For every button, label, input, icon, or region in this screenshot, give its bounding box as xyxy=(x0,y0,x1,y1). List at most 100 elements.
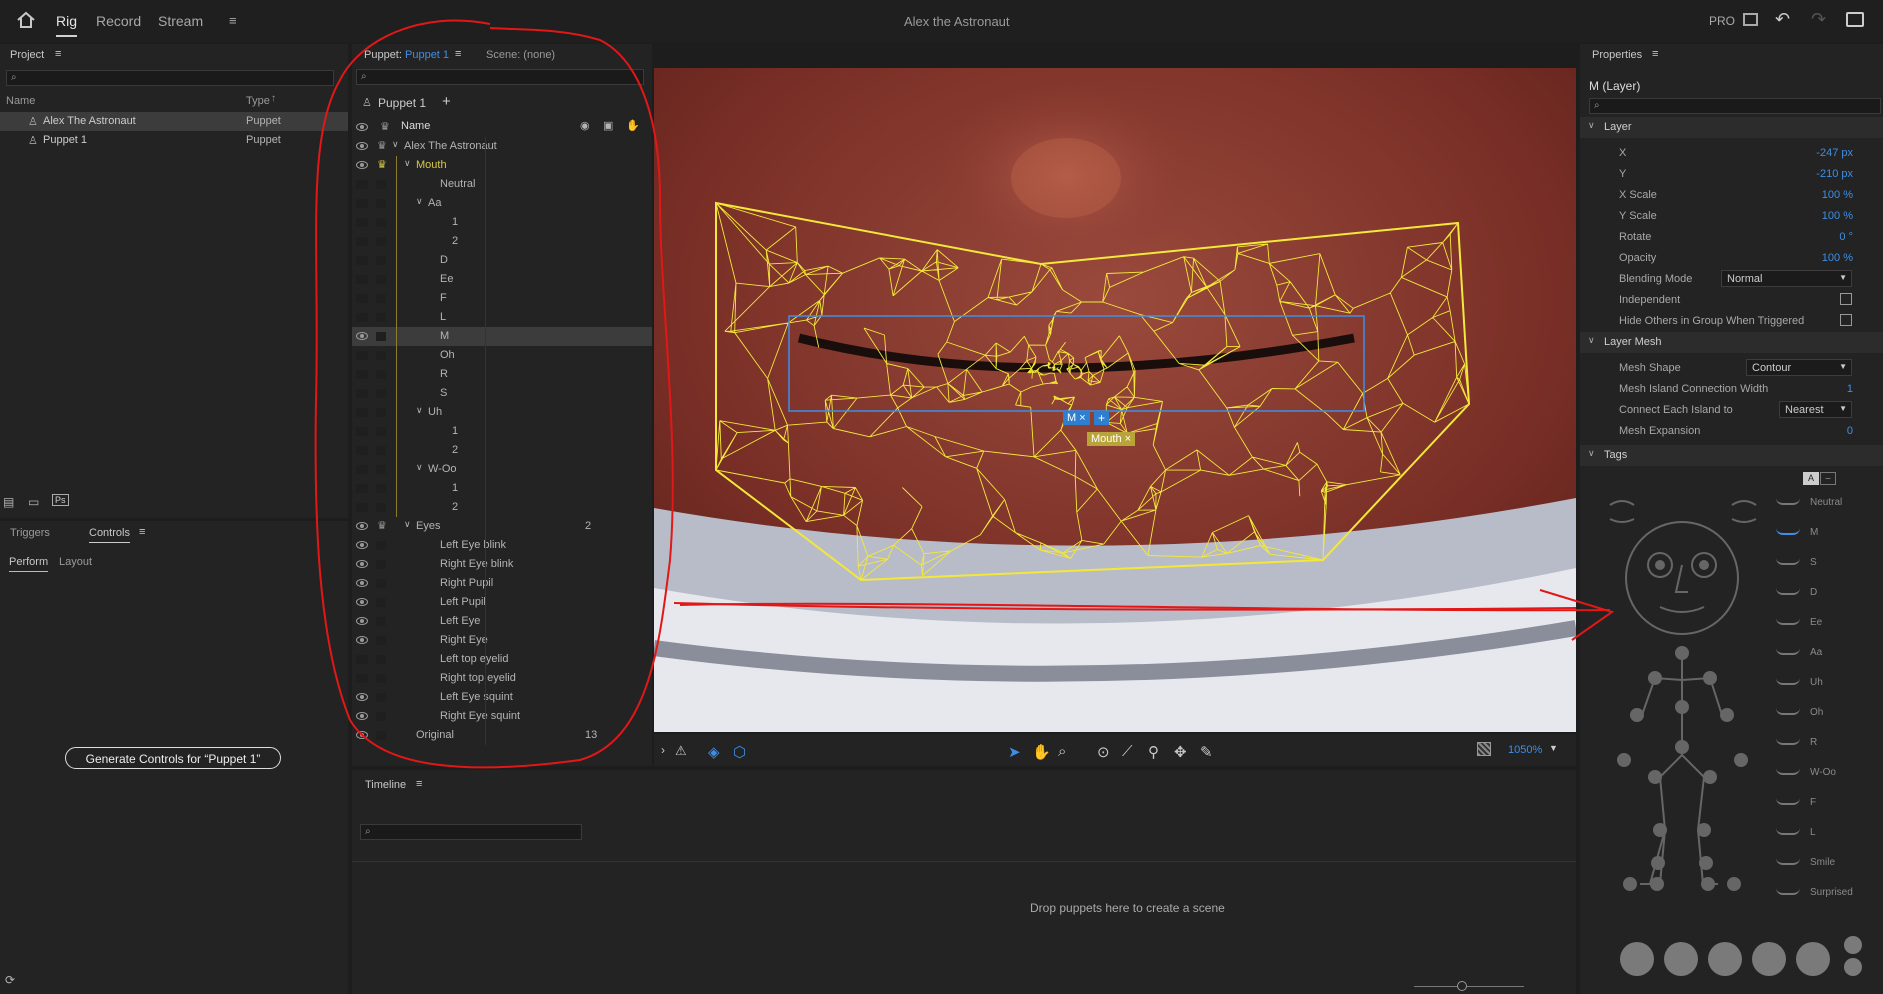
layer-row[interactable]: ∨ Uh xyxy=(352,403,652,422)
outline-view-icon[interactable]: ⬡ xyxy=(733,743,746,761)
workspace-menu-icon[interactable]: ≡ xyxy=(229,13,237,28)
timeline-zoom-slider[interactable] xyxy=(1414,986,1524,987)
crown-icon[interactable]: ♛ xyxy=(377,158,387,171)
layer-row[interactable]: Neutral xyxy=(352,175,652,194)
layer-row[interactable]: 2 xyxy=(352,498,652,517)
crown-empty-slot[interactable] xyxy=(376,617,386,626)
undo-icon[interactable]: ↶ xyxy=(1775,9,1790,30)
tab-triggers[interactable]: Triggers xyxy=(10,527,50,539)
chevron-down-icon[interactable]: ∨ xyxy=(416,405,423,416)
handle-m-tag[interactable]: M × xyxy=(1063,411,1090,425)
puppet-menu-icon[interactable]: ≡ xyxy=(455,48,461,60)
crown-empty-slot[interactable] xyxy=(376,579,386,588)
layer-section[interactable]: ∨ Layer xyxy=(1580,117,1883,138)
properties-search-input[interactable]: ⌕ xyxy=(1589,98,1881,114)
chevron-down-icon[interactable]: ∨ xyxy=(416,196,423,207)
controls-menu-icon[interactable]: ≡ xyxy=(139,526,145,538)
eye-empty-slot[interactable] xyxy=(356,446,368,455)
origin-tool-icon[interactable]: ⊙ xyxy=(1097,743,1110,761)
eye-icon[interactable] xyxy=(356,522,368,530)
subtab-perform[interactable]: Perform xyxy=(9,556,49,572)
eye-empty-slot[interactable] xyxy=(356,408,368,417)
tab-record[interactable]: Record xyxy=(96,13,141,29)
island-width-value[interactable]: 1 xyxy=(1847,383,1853,395)
crown-icon[interactable]: ♛ xyxy=(377,519,387,532)
layer-mesh-section[interactable]: ∨ Layer Mesh xyxy=(1580,332,1883,353)
generate-controls-button[interactable]: Generate Controls for “Puppet 1” xyxy=(65,747,281,769)
crown-empty-slot[interactable] xyxy=(376,370,386,379)
crown-empty-slot[interactable] xyxy=(376,351,386,360)
tab-controls[interactable]: Controls xyxy=(89,527,130,543)
new-scene-icon[interactable]: ▤ xyxy=(3,495,14,509)
layer-row[interactable]: 2 xyxy=(352,441,652,460)
tag-label[interactable]: Ee xyxy=(1810,617,1822,628)
scene-viewer[interactable]: M × + Mouth × xyxy=(654,68,1576,732)
independent-checkbox[interactable] xyxy=(1840,293,1852,305)
add-handle-icon[interactable]: + xyxy=(1094,411,1110,425)
eye-empty-slot[interactable] xyxy=(356,237,368,246)
eye-empty-slot[interactable] xyxy=(356,199,368,208)
tags-section[interactable]: ∨ Tags xyxy=(1580,445,1883,466)
eye-icon[interactable] xyxy=(356,332,368,340)
crown-empty-slot[interactable] xyxy=(376,503,386,512)
mouth-shape-icon[interactable] xyxy=(1776,798,1800,805)
draw-tool-icon[interactable]: ✎ xyxy=(1200,743,1213,761)
expand-icon[interactable]: › xyxy=(661,743,665,757)
layer-row[interactable]: 1 xyxy=(352,479,652,498)
eye-icon[interactable] xyxy=(356,598,368,606)
lock-icon[interactable]: ▣ xyxy=(603,119,613,132)
eye-icon[interactable] xyxy=(356,617,368,625)
crown-empty-slot[interactable] xyxy=(376,218,386,227)
column-type[interactable]: Type xyxy=(246,95,270,107)
tag-toggle-text[interactable]: A xyxy=(1803,472,1819,485)
eye-empty-slot[interactable] xyxy=(356,351,368,360)
mouth-shape-icon[interactable] xyxy=(1776,708,1800,715)
mouth-shape-icon[interactable] xyxy=(1776,888,1800,895)
layer-row[interactable]: ♛ ∨ Eyes 2 xyxy=(352,517,652,536)
mesh-expansion-value[interactable]: 0 xyxy=(1847,425,1853,437)
eye-empty-slot[interactable] xyxy=(356,655,368,664)
eye-empty-slot[interactable] xyxy=(356,465,368,474)
eye-empty-slot[interactable] xyxy=(356,370,368,379)
crown-empty-slot[interactable] xyxy=(376,256,386,265)
crown-empty-slot[interactable] xyxy=(376,427,386,436)
layer-row[interactable]: Oh xyxy=(352,346,652,365)
tag-label[interactable]: Neutral xyxy=(1810,497,1842,508)
refresh-icon[interactable]: ⟳ xyxy=(5,973,15,987)
crown-empty-slot[interactable] xyxy=(376,408,386,417)
layer-row[interactable]: D xyxy=(352,251,652,270)
layer-prop-value[interactable]: 100 % xyxy=(1822,189,1853,201)
layer-row[interactable]: F xyxy=(352,289,652,308)
zoom-dropdown-icon[interactable]: ▼ xyxy=(1549,743,1558,753)
mouth-shape-icon[interactable] xyxy=(1776,618,1800,625)
dragger-tool-icon[interactable]: ✥ xyxy=(1174,743,1187,761)
hide-others-checkbox[interactable] xyxy=(1840,314,1852,326)
crown-icon[interactable]: ♛ xyxy=(380,120,390,133)
chevron-down-icon[interactable]: ∨ xyxy=(392,139,399,150)
warning-icon[interactable]: ⚠ xyxy=(675,743,687,759)
crown-empty-slot[interactable] xyxy=(376,636,386,645)
layer-prop-value[interactable]: 100 % xyxy=(1822,252,1853,264)
crown-empty-slot[interactable] xyxy=(376,560,386,569)
tag-label[interactable]: D xyxy=(1810,587,1817,598)
layer-row[interactable]: Original 13 xyxy=(352,726,652,745)
layer-prop-value[interactable]: -247 px xyxy=(1816,147,1853,159)
crown-empty-slot[interactable] xyxy=(376,275,386,284)
chevron-down-icon[interactable]: ∨ xyxy=(404,519,411,530)
blending-mode-select[interactable]: Normal ▼ xyxy=(1721,270,1852,287)
layer-row[interactable]: Right Eye blink xyxy=(352,555,652,574)
target-icon[interactable]: ◉ xyxy=(580,119,590,132)
layer-row[interactable]: 1 xyxy=(352,422,652,441)
eye-icon[interactable] xyxy=(356,541,368,549)
puppet-breadcrumb[interactable]: Puppet 1 xyxy=(378,96,426,110)
hand-icon[interactable]: ✋ xyxy=(626,119,640,132)
crown-empty-slot[interactable] xyxy=(376,180,386,189)
mouth-shape-icon[interactable] xyxy=(1776,768,1800,775)
select-tool-icon[interactable]: ➤ xyxy=(1008,743,1021,761)
redo-icon[interactable]: ↷ xyxy=(1811,9,1826,30)
tag-label[interactable]: Surprised xyxy=(1810,887,1853,898)
crown-empty-slot[interactable] xyxy=(376,294,386,303)
layer-row[interactable]: Left Eye blink xyxy=(352,536,652,555)
home-icon[interactable] xyxy=(16,11,36,29)
mouth-shape-icon[interactable] xyxy=(1776,828,1800,835)
